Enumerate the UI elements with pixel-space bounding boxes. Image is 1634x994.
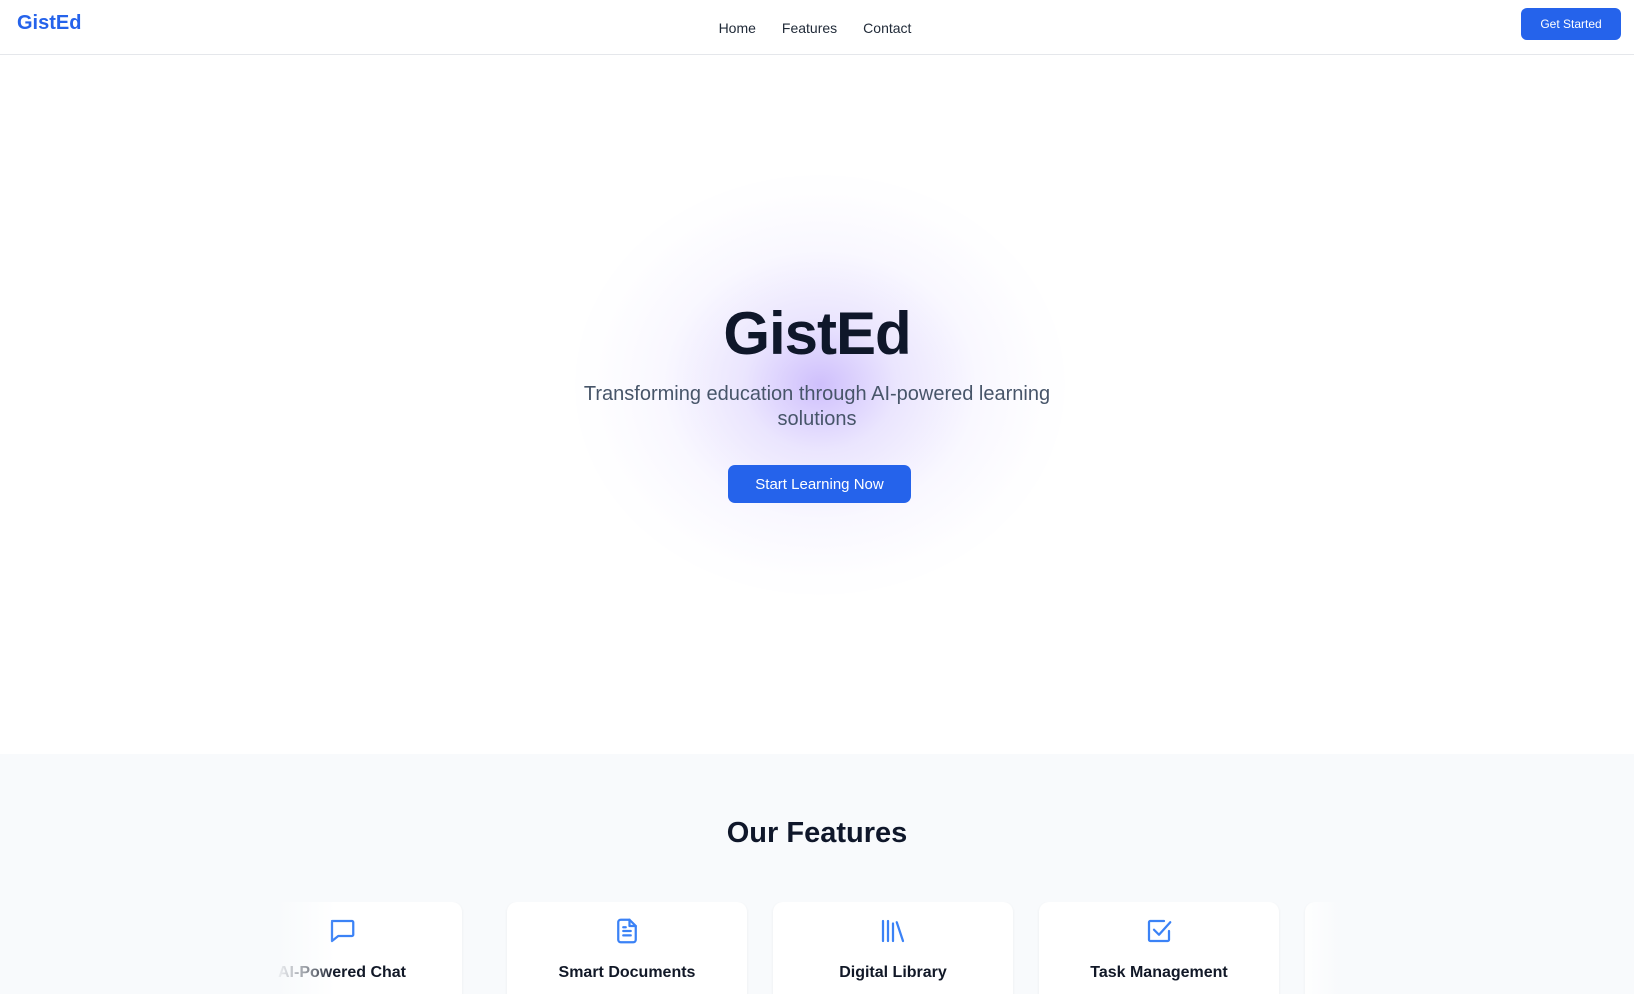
- start-learning-button[interactable]: Start Learning Now: [728, 465, 911, 503]
- feature-card-title: Task Management: [1090, 964, 1228, 981]
- checkbox-icon: [1039, 916, 1279, 946]
- hero-section: GistEd Transforming education through AI…: [0, 55, 1634, 754]
- library-icon: [773, 916, 1013, 946]
- main-nav: Home Features Contact: [0, 0, 1634, 55]
- document-icon: [507, 916, 747, 946]
- nav-features[interactable]: Features: [782, 20, 837, 36]
- features-title: Our Features: [726, 817, 908, 849]
- feature-card-smart-documents[interactable]: Smart Documents: [507, 902, 747, 994]
- hero-subtitle: Transforming education through AI-powere…: [583, 383, 1051, 430]
- feature-card-title: Digital Library: [839, 964, 947, 981]
- features-section: Our Features AI-Powered Chat Smart Docum…: [0, 754, 1634, 994]
- feature-card-digital-library[interactable]: Digital Library: [773, 902, 1013, 994]
- hero-title: GistEd: [723, 300, 911, 367]
- nav-home[interactable]: Home: [719, 20, 756, 36]
- carousel-fade-right: [1299, 902, 1359, 994]
- features-carousel: AI-Powered Chat Smart Documents Digital …: [275, 902, 1359, 994]
- feature-card-task-management[interactable]: Task Management: [1039, 902, 1279, 994]
- carousel-fade-left: [275, 902, 335, 994]
- site-header: GistEd Home Features Contact Get Started: [0, 0, 1634, 55]
- get-started-button[interactable]: Get Started: [1521, 8, 1621, 40]
- logo[interactable]: GistEd: [17, 12, 81, 35]
- nav-contact[interactable]: Contact: [863, 20, 911, 36]
- feature-card-title: Smart Documents: [558, 964, 696, 981]
